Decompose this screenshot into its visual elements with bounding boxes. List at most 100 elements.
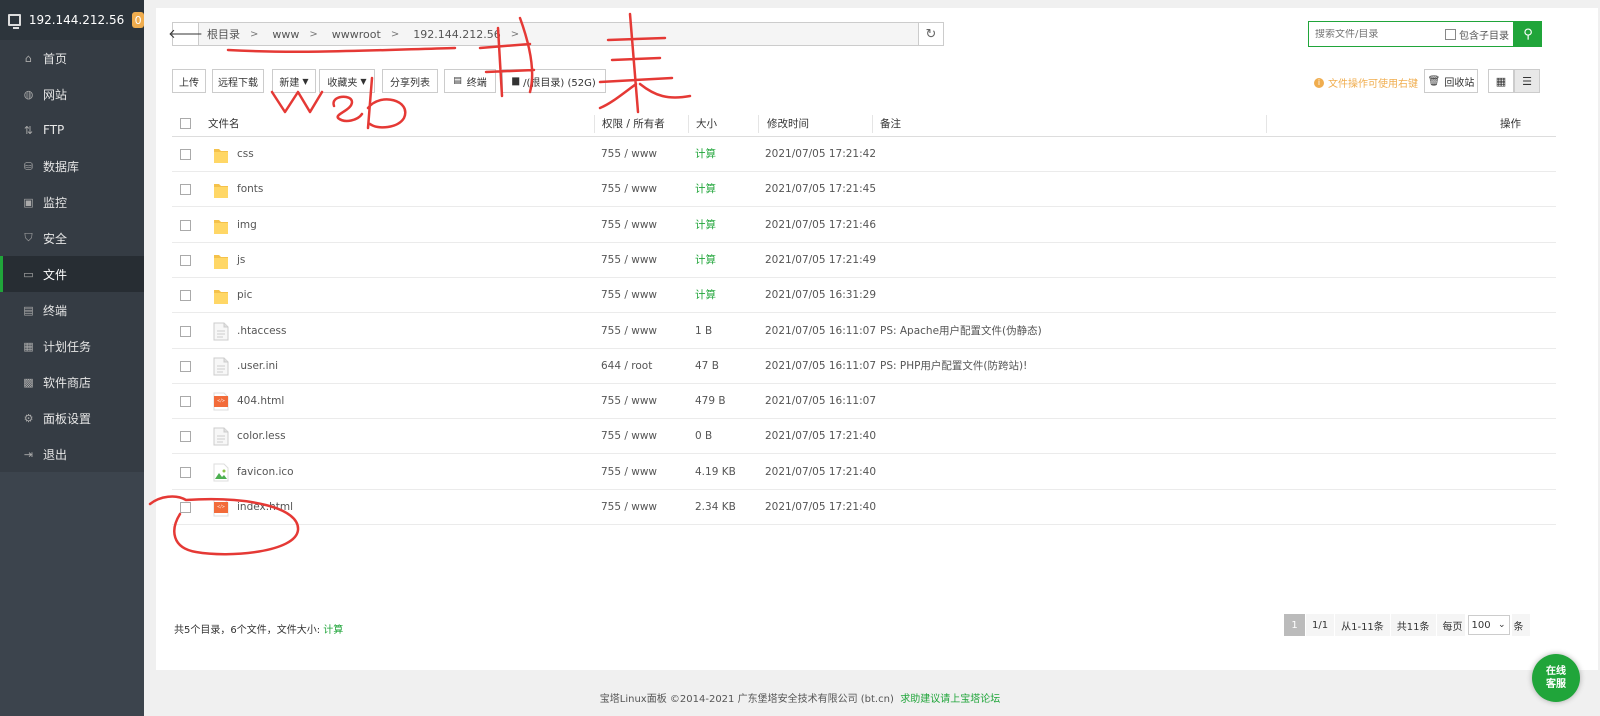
favorites-dropdown[interactable]: 收藏夹 ▼ bbox=[319, 69, 375, 93]
row-checkbox[interactable] bbox=[180, 149, 191, 160]
breadcrumb-item[interactable]: 根目录 > bbox=[199, 23, 264, 45]
table-row[interactable]: pic 755 / www 计算 2021/07/05 16:31:29 bbox=[172, 278, 1556, 314]
table-row[interactable]: fonts 755 / www 计算 2021/07/05 17:21:45 bbox=[172, 172, 1556, 208]
file-name[interactable]: js bbox=[237, 243, 245, 278]
table-row[interactable]: favicon.ico 755 / www 4.19 KB 2021/07/05 17… bbox=[172, 455, 1556, 490]
header-size[interactable]: 大小 bbox=[696, 116, 717, 131]
row-checkbox[interactable] bbox=[180, 219, 191, 231]
file-size[interactable]: 计算 bbox=[695, 172, 716, 207]
sidebar-item-7[interactable]: ▤ 终端 bbox=[0, 292, 144, 328]
sidebar-item-0[interactable]: ⌂ 首页 bbox=[0, 40, 144, 76]
sidebar-item-2[interactable]: ⇅ FTP bbox=[0, 112, 144, 148]
disk-button[interactable]: ▆/(根目录) (52G) bbox=[502, 69, 606, 93]
file-perm[interactable]: 755 / www bbox=[601, 384, 657, 419]
row-checkbox[interactable] bbox=[180, 396, 191, 408]
file-perm[interactable]: 755 / www bbox=[601, 419, 657, 454]
breadcrumb-item[interactable]: www > bbox=[264, 23, 323, 45]
list-view-button[interactable]: ☰ bbox=[1514, 69, 1540, 93]
terminal-button[interactable]: ▤ 终端 bbox=[444, 69, 496, 93]
sidebar-item-9[interactable]: ▩ 软件商店 bbox=[0, 364, 144, 400]
file-perm[interactable]: 755 / www bbox=[601, 278, 657, 313]
search-button[interactable]: ⚲ bbox=[1514, 21, 1542, 47]
file-name[interactable]: color.less bbox=[237, 419, 286, 454]
logout-icon: ⇥ bbox=[23, 447, 34, 461]
table-header: 文件名 权限 / 所有者 大小 修改时间 备注 操作 bbox=[172, 111, 1556, 137]
table-row[interactable]: </> 404.html 755 / www 479 B 2021/07/05 16:1… bbox=[172, 384, 1556, 420]
row-checkbox[interactable] bbox=[180, 466, 191, 478]
file-perm[interactable]: 755 / www bbox=[601, 455, 657, 490]
sidebar-item-6[interactable]: ▭ 文件 bbox=[0, 256, 144, 292]
table-row[interactable]: .user.ini 644 / root 47 B 2021/07/05 16:11:… bbox=[172, 349, 1556, 384]
file-name[interactable]: 404.html bbox=[237, 384, 284, 419]
file-remark[interactable]: PS: Apache用户配置文件(伪静态) bbox=[880, 314, 1042, 349]
file-name[interactable]: pic bbox=[237, 278, 252, 313]
row-checkbox[interactable] bbox=[180, 431, 191, 443]
file-name[interactable]: .user.ini bbox=[237, 349, 278, 384]
file-perm[interactable]: 644 / root bbox=[601, 349, 652, 384]
calc-total-size-link[interactable]: 计算 bbox=[323, 625, 343, 636]
file-perm[interactable]: 755 / www bbox=[601, 208, 657, 243]
file-name[interactable]: img bbox=[237, 208, 257, 243]
sidebar-item-5[interactable]: ⛉ 安全 bbox=[0, 220, 144, 256]
forum-link[interactable]: 求助建议请上宝塔论坛 bbox=[900, 694, 1000, 705]
row-checkbox[interactable] bbox=[180, 502, 191, 513]
sidebar-item-10[interactable]: ⚙ 面板设置 bbox=[0, 400, 144, 436]
table-row[interactable]: </> index.html 755 / www 2.34 KB 2021/07/05 … bbox=[172, 490, 1556, 525]
online-support-button[interactable]: 在线 客服 bbox=[1532, 654, 1580, 702]
remote-download-button[interactable]: 远程下载 bbox=[212, 69, 264, 93]
row-checkbox[interactable] bbox=[180, 325, 191, 337]
include-subdir-checkbox[interactable] bbox=[1445, 28, 1456, 40]
file-size[interactable]: 计算 bbox=[695, 243, 716, 278]
new-dropdown[interactable]: 新建 ▼ bbox=[272, 69, 316, 93]
chevron-down-icon: ▼ bbox=[302, 76, 309, 86]
page-current[interactable]: 1 bbox=[1284, 614, 1306, 636]
file-mtime: 2021/07/05 17:21:40 bbox=[765, 501, 877, 513]
sidebar-item-8[interactable]: ▦ 计划任务 bbox=[0, 328, 144, 364]
breadcrumb-item[interactable]: wwwroot > bbox=[324, 23, 405, 45]
file-name[interactable]: css bbox=[237, 137, 254, 172]
file-size[interactable]: 计算 bbox=[695, 208, 716, 243]
per-page-label: 每页 bbox=[1436, 614, 1466, 636]
table-row[interactable]: css 755 / www 计算 2021/07/05 17:21:42 bbox=[172, 137, 1556, 172]
file-perm[interactable]: 755 / www bbox=[601, 314, 657, 349]
back-button[interactable]: 🡐 bbox=[168, 23, 203, 45]
table-row[interactable]: color.less 755 / www 0 B 2021/07/05 17:21:4… bbox=[172, 419, 1556, 455]
file-perm[interactable]: 755 / www bbox=[601, 137, 657, 172]
file-perm[interactable]: 755 / www bbox=[601, 172, 657, 207]
header-mtime[interactable]: 修改时间 bbox=[767, 116, 809, 131]
refresh-button[interactable]: ↻ bbox=[918, 22, 944, 46]
select-all-checkbox[interactable] bbox=[180, 118, 191, 129]
file-name[interactable]: index.html bbox=[237, 490, 293, 525]
file-size[interactable]: 计算 bbox=[695, 278, 716, 313]
sidebar-item-11[interactable]: ⇥ 退出 bbox=[0, 436, 144, 472]
file-remark[interactable]: PS: PHP用户配置文件(防跨站)! bbox=[880, 349, 1027, 384]
sidebar-item-1[interactable]: ◍ 网站 bbox=[0, 76, 144, 112]
recycle-bin-button[interactable]: 🗑 回收站 bbox=[1424, 69, 1478, 93]
grid-icon: ▦ bbox=[1495, 74, 1507, 88]
search-input[interactable] bbox=[1315, 28, 1441, 40]
sidebar-item-3[interactable]: ⛁ 数据库 bbox=[0, 148, 144, 184]
file-perm[interactable]: 755 / www bbox=[601, 243, 657, 278]
tip-text: 文件操作可使用右键 bbox=[1328, 79, 1418, 90]
table-row[interactable]: img 755 / www 计算 2021/07/05 17:21:46 bbox=[172, 208, 1556, 243]
sidebar-item-4[interactable]: ▣ 监控 bbox=[0, 184, 144, 220]
row-checkbox[interactable] bbox=[180, 360, 191, 372]
file-name[interactable]: .htaccess bbox=[237, 314, 287, 349]
breadcrumb-item[interactable]: 192.144.212.56 > bbox=[405, 23, 525, 45]
file-size[interactable]: 计算 bbox=[695, 137, 716, 172]
row-checkbox[interactable] bbox=[180, 290, 191, 302]
per-page-select[interactable]: 100 ⌄ bbox=[1467, 615, 1510, 635]
row-checkbox[interactable] bbox=[180, 184, 191, 196]
row-checkbox[interactable] bbox=[180, 254, 191, 266]
header-name[interactable]: 文件名 bbox=[208, 116, 240, 131]
table-row[interactable]: .htaccess 755 / www 1 B 2021/07/05 16:11:07… bbox=[172, 314, 1556, 349]
file-perm[interactable]: 755 / www bbox=[601, 490, 657, 525]
share-list-button[interactable]: 分享列表 bbox=[382, 69, 438, 93]
file-name[interactable]: favicon.ico bbox=[237, 455, 294, 490]
file-name[interactable]: fonts bbox=[237, 172, 263, 207]
upload-button[interactable]: 上传 bbox=[172, 69, 206, 93]
alert-badge[interactable]: 0 bbox=[132, 12, 144, 28]
grid-view-button[interactable]: ▦ bbox=[1488, 69, 1514, 93]
header-perm[interactable]: 权限 / 所有者 bbox=[602, 116, 665, 131]
table-row[interactable]: js 755 / www 计算 2021/07/05 17:21:49 bbox=[172, 243, 1556, 278]
